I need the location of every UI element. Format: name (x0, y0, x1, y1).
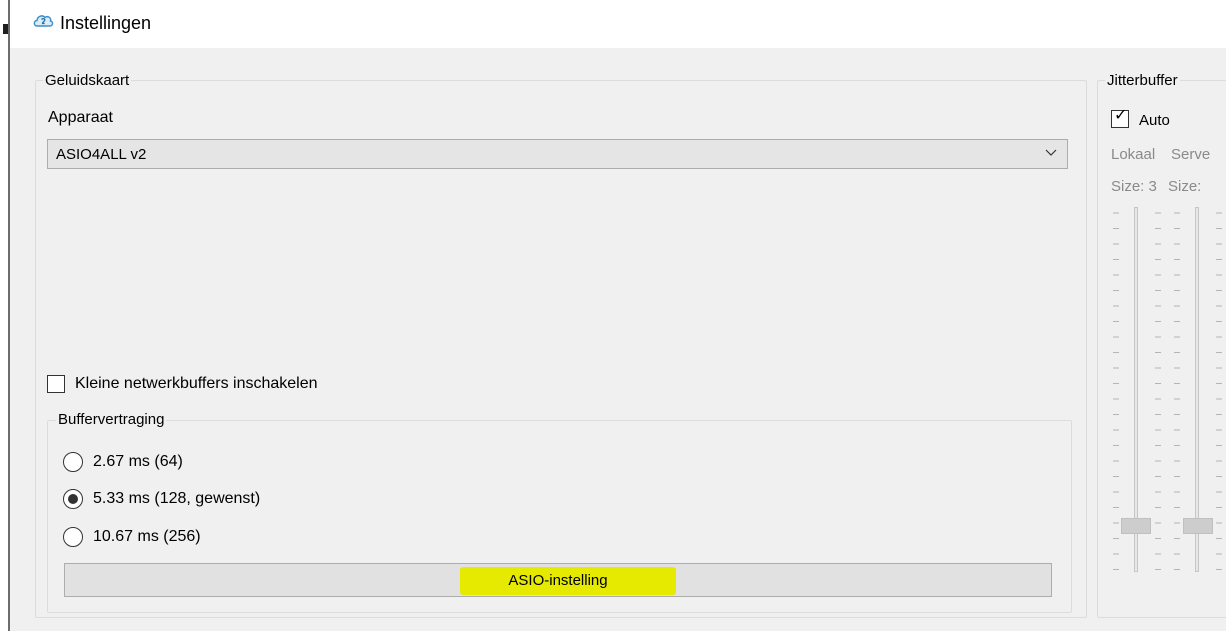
server-jitter-label: Serve (1171, 146, 1211, 163)
local-slider-ticks-right (1155, 212, 1161, 570)
buffer-256-label[interactable]: 10.67 ms (256) (93, 528, 201, 546)
buffer-64-radio[interactable] (63, 452, 83, 472)
small-buffers-label[interactable]: Kleine netwerkbuffers inschakelen (75, 375, 318, 393)
local-size-label: Size: 3 (1111, 178, 1157, 195)
window-title: Instellingen (60, 13, 152, 33)
server-slider-ticks-right (1216, 212, 1222, 570)
radio-selected-dot (68, 494, 78, 504)
buffer-256-radio[interactable] (63, 527, 83, 547)
asio-settings-button[interactable]: ASIO-instelling (64, 563, 1052, 597)
device-select-value: ASIO4ALL v2 (56, 146, 147, 163)
auto-label[interactable]: Auto (1139, 112, 1170, 129)
device-select[interactable]: ASIO4ALL v2 (47, 139, 1068, 169)
buffer-64-label[interactable]: 2.67 ms (64) (93, 453, 183, 471)
chevron-down-icon (1045, 149, 1057, 156)
window-resize-grip (3, 24, 8, 34)
local-jitter-slider-thumb[interactable] (1121, 518, 1151, 534)
jitter-buffer-group-label: Jitterbuffer (1105, 72, 1180, 89)
asio-settings-button-label: ASIO-instelling (508, 572, 608, 589)
server-slider-ticks-left (1174, 212, 1180, 570)
local-jitter-label: Lokaal (1111, 146, 1156, 163)
local-slider-ticks-left (1113, 212, 1119, 570)
checkmark-icon: ✓ (1114, 107, 1128, 124)
title-bar (0, 0, 1226, 48)
server-jitter-slider-thumb[interactable] (1183, 518, 1213, 534)
sound-card-group-label: Geluidskaart (43, 72, 132, 89)
jamulus-cloud-icon (33, 15, 54, 27)
server-size-label: Size: (1168, 178, 1202, 195)
auto-checkbox[interactable]: ✓ (1111, 107, 1129, 128)
device-label: Apparaat (48, 109, 113, 126)
small-buffers-checkbox[interactable] (47, 375, 65, 393)
buffer-128-label[interactable]: 5.33 ms (128, gewenst) (93, 490, 260, 508)
buffer-128-radio[interactable] (63, 489, 83, 509)
buffer-delay-group-label: Buffervertraging (56, 411, 167, 428)
